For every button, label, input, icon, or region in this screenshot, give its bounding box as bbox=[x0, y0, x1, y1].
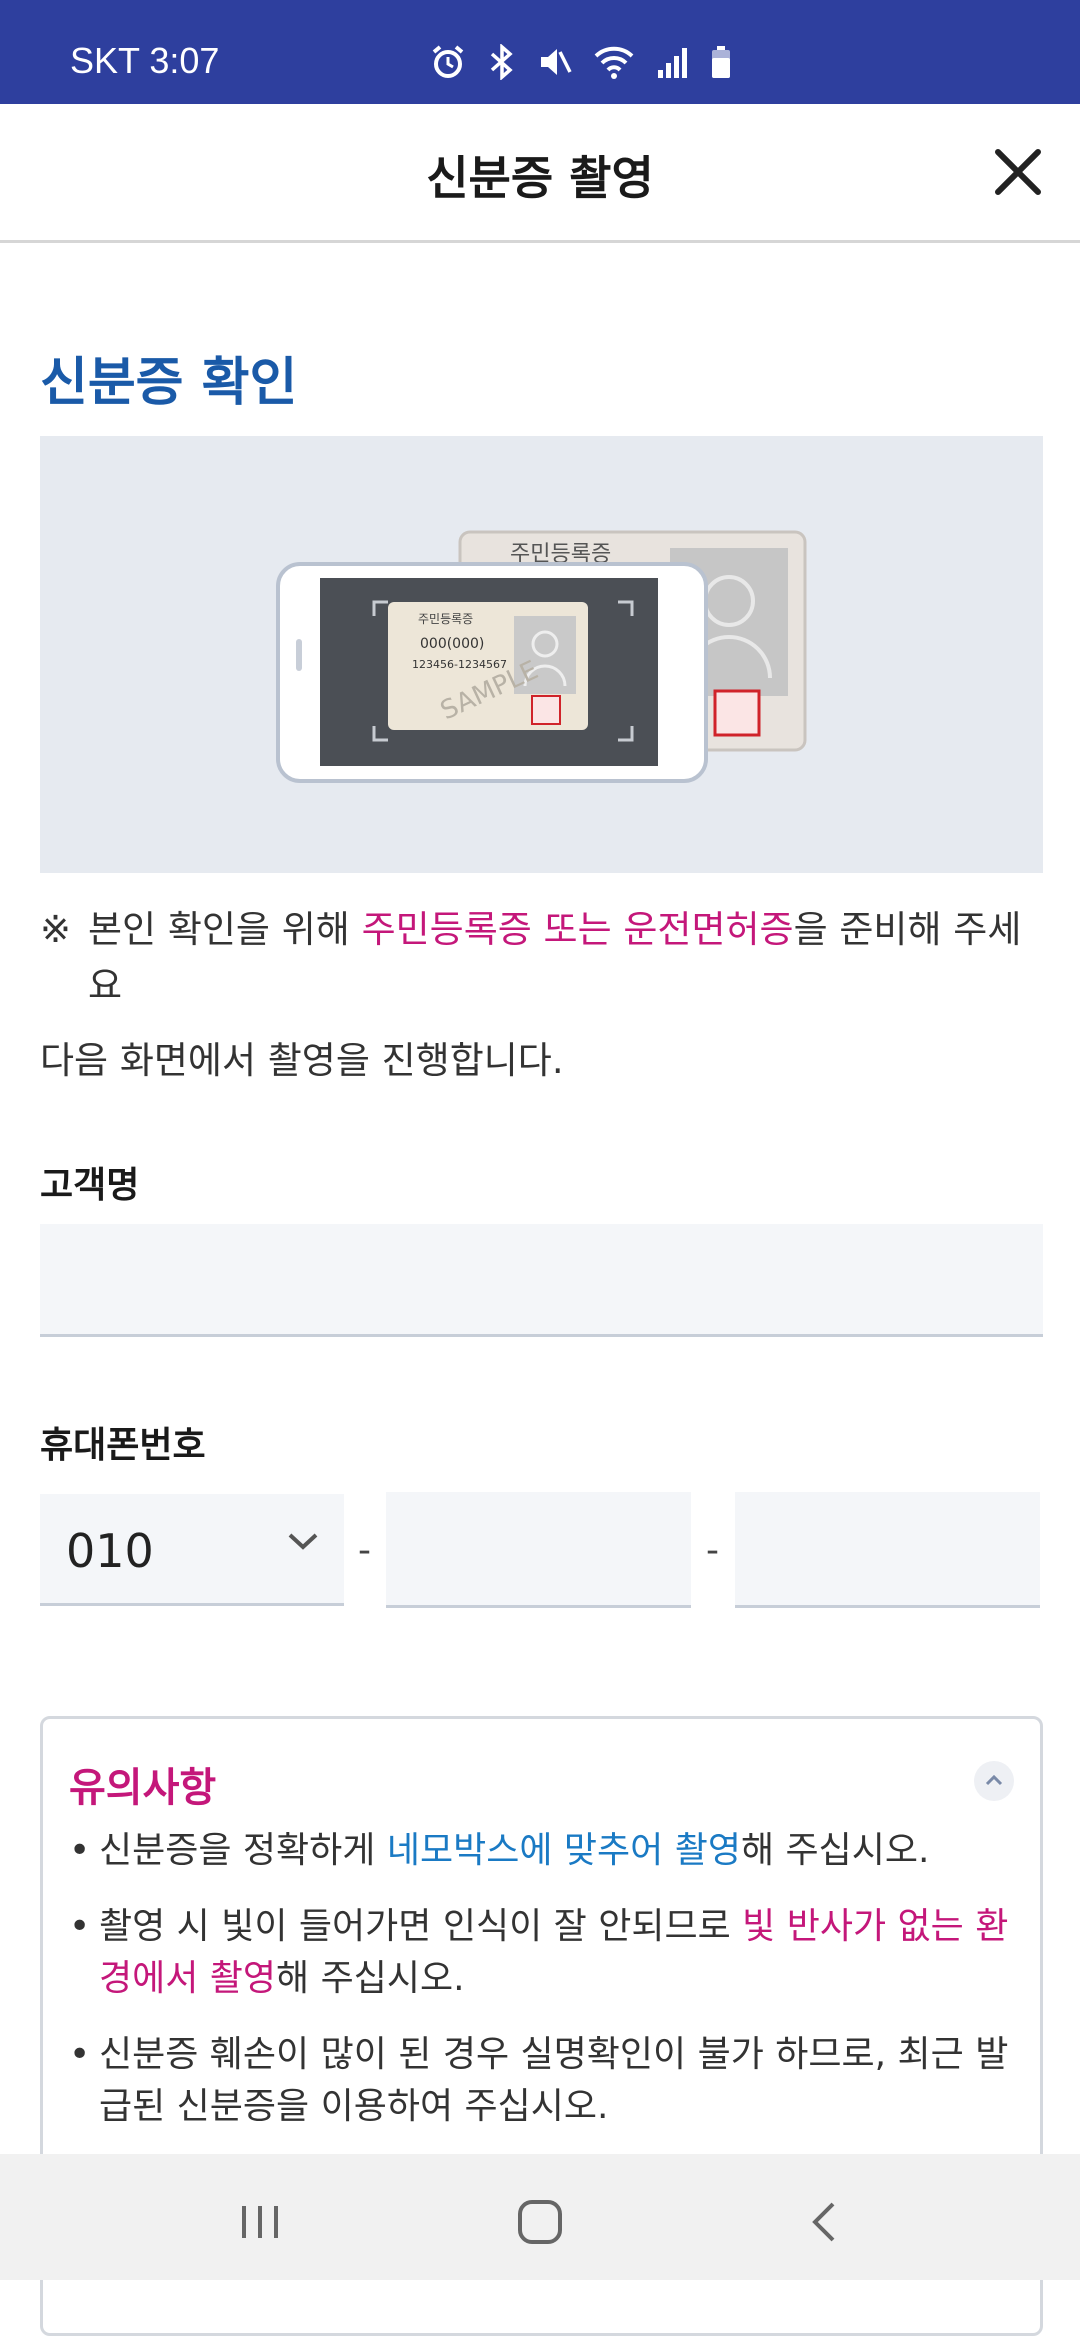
customer-name-input[interactable] bbox=[40, 1224, 1043, 1337]
caution-item: 신분증 훼손이 많이 된 경우 실명확인이 불가 하므로, 최근 발급된 신분증… bbox=[69, 2029, 1009, 2133]
notice-body: 본인 확인을 위해 주민등록증 또는 운전면허증을 준비해 주세요 bbox=[40, 902, 1050, 1014]
phone-last-input[interactable] bbox=[735, 1492, 1040, 1608]
caution-item: 촬영 시 빛이 들어가면 인식이 잘 안되므로 빛 반사가 없는 환경에서 촬영… bbox=[69, 1901, 1009, 2005]
phone-prefix-select[interactable]: 010 bbox=[40, 1494, 344, 1606]
notice-highlight: 주민등록증 또는 운전면허증 bbox=[361, 908, 794, 951]
next-step-text: 다음 화면에서 촬영을 진행합니다. bbox=[40, 1039, 564, 1082]
id-card-phone-image: 주민등록증 주민등록증 000(000) 123456-1234567 SAMP… bbox=[276, 530, 807, 783]
signal-icon bbox=[658, 48, 687, 78]
phone-middle-input[interactable] bbox=[386, 1492, 691, 1608]
status-bar: SKT 3:07 bbox=[0, 0, 1080, 104]
caution-title: 유의사항 bbox=[69, 1765, 217, 1811]
page-title: 신분증 촬영 bbox=[426, 151, 654, 205]
section-title: 신분증 확인 bbox=[40, 353, 298, 413]
front-card-number: 123456-1234567 bbox=[412, 658, 507, 671]
chevron-down-icon bbox=[288, 1533, 318, 1550]
bluetooth-icon bbox=[490, 44, 513, 80]
caution-list: 신분증을 정확하게 네모박스에 맞추어 촬영해 주십시오. 촬영 시 빛이 들어… bbox=[69, 1825, 1009, 2157]
reference-mark: ※ bbox=[40, 908, 72, 951]
carrier-time: SKT 3:07 bbox=[70, 40, 220, 81]
customer-name-label: 고객명 bbox=[40, 1165, 140, 1206]
alarm-icon bbox=[432, 45, 464, 78]
close-icon[interactable] bbox=[986, 140, 1050, 204]
collapse-toggle[interactable] bbox=[974, 1761, 1014, 1801]
notice-text: ※ 본인 확인을 위해 주민등록증 또는 운전면허증을 준비해 주세요 bbox=[40, 902, 1050, 1014]
phone-separator-2: - bbox=[706, 1530, 719, 1571]
status-icons bbox=[430, 40, 732, 84]
app-bar: 신분증 촬영 bbox=[0, 104, 1080, 243]
home-icon[interactable] bbox=[510, 2192, 570, 2252]
chevron-up-icon bbox=[985, 1774, 1003, 1786]
system-nav-bar bbox=[0, 2154, 1080, 2280]
phone-separator-1: - bbox=[358, 1530, 371, 1571]
caution-item: 신분증을 정확하게 네모박스에 맞추어 촬영해 주십시오. bbox=[69, 1825, 1009, 1877]
front-card-title: 주민등록증 bbox=[418, 612, 473, 626]
mute-icon bbox=[541, 49, 572, 75]
phone-number-label: 휴대폰번호 bbox=[40, 1425, 206, 1466]
phone-prefix-value: 010 bbox=[66, 1524, 154, 1578]
wifi-icon bbox=[594, 46, 634, 79]
front-card-name: 000(000) bbox=[420, 636, 484, 652]
id-capture-illustration: 주민등록증 주민등록증 000(000) 123456-1234567 SAMP… bbox=[40, 436, 1043, 873]
recent-apps-icon[interactable] bbox=[230, 2192, 290, 2252]
notice-part1: 본인 확인을 위해 bbox=[88, 908, 362, 951]
back-icon[interactable] bbox=[795, 2192, 855, 2252]
battery-icon bbox=[712, 46, 730, 78]
